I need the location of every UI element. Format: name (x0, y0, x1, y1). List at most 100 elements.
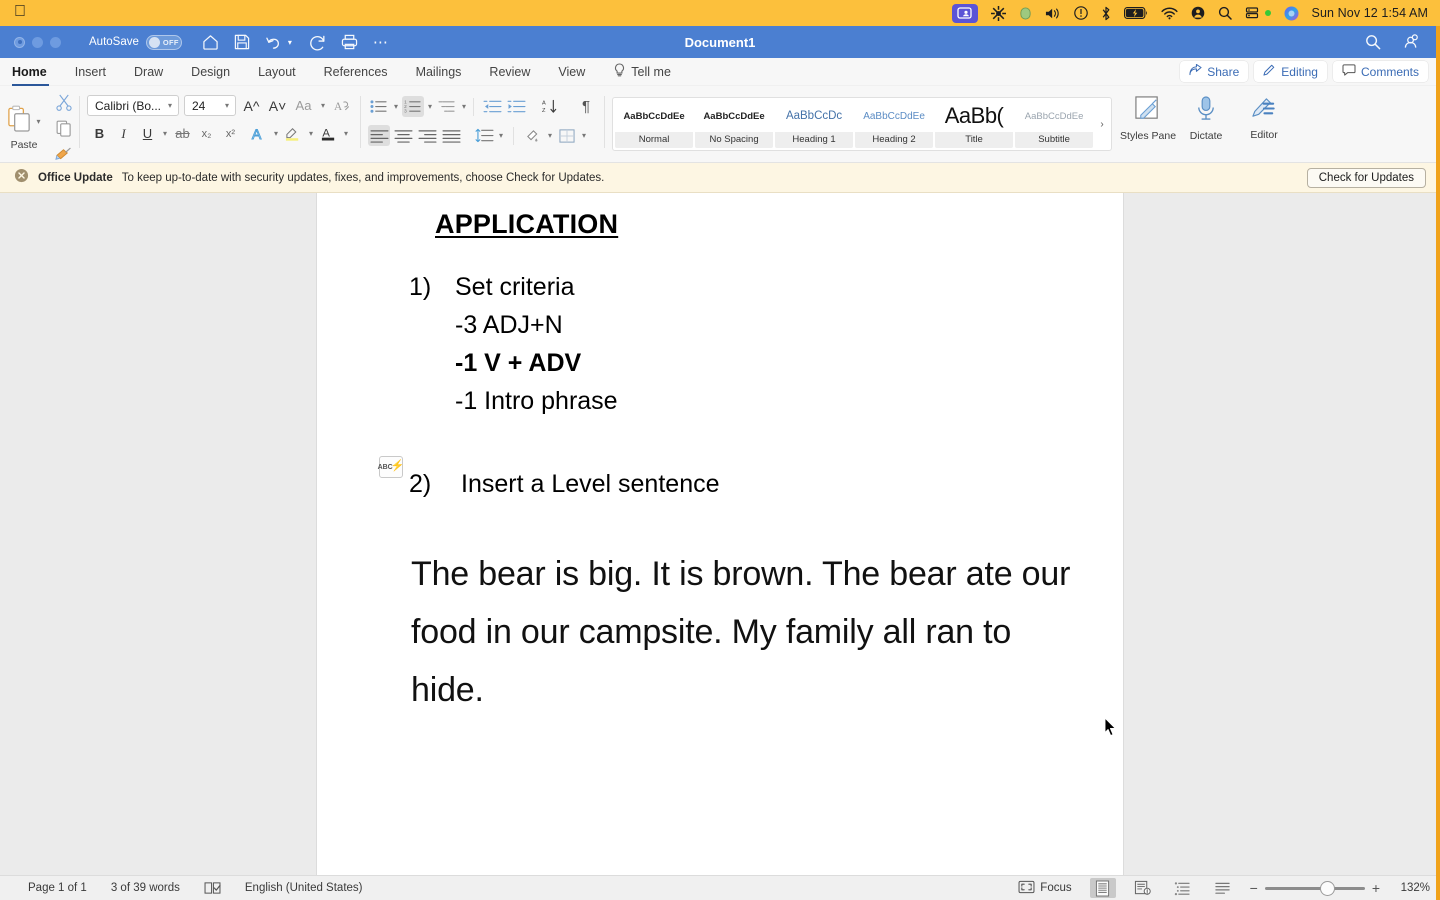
save-icon[interactable] (234, 34, 250, 50)
line-spacing-icon[interactable] (473, 125, 495, 146)
highlight-caret[interactable]: ▾ (307, 129, 315, 138)
shading-icon[interactable] (522, 125, 544, 146)
text-effects-icon[interactable]: A (248, 123, 269, 144)
menubar-clock[interactable]: Sun Nov 12 1:54 AM (1312, 6, 1428, 20)
maximize-button[interactable] (50, 36, 61, 48)
focus-mode-button[interactable]: Focus (1018, 880, 1072, 897)
clear-formatting-icon[interactable]: A (332, 95, 353, 116)
bullets-icon[interactable] (368, 96, 390, 117)
increase-indent-icon[interactable] (505, 96, 527, 117)
user-account-icon[interactable] (1191, 6, 1205, 20)
home-icon[interactable] (202, 34, 219, 50)
bluetooth-icon[interactable] (1101, 6, 1111, 21)
minimize-button[interactable] (32, 36, 43, 48)
zoom-track[interactable] (1264, 881, 1365, 895)
editing-mode-button[interactable]: Editing (1254, 61, 1327, 82)
format-painter-icon[interactable] (55, 146, 72, 167)
style-title[interactable]: AaBb( Title (935, 100, 1014, 148)
style-normal[interactable]: AaBbCcDdEe Normal (615, 100, 694, 148)
style-heading-1[interactable]: AaBbCcDc Heading 1 (775, 100, 854, 148)
align-right-icon[interactable] (416, 125, 438, 146)
justify-icon[interactable] (440, 125, 462, 146)
underline-caret[interactable]: ▾ (161, 129, 169, 138)
tell-me-search[interactable]: Tell me (599, 58, 685, 86)
tab-view[interactable]: View (544, 58, 599, 86)
font-size-selector[interactable]: 24 ▾ (184, 95, 236, 116)
font-color-caret[interactable]: ▾ (342, 129, 350, 138)
word-count[interactable]: 3 of 39 words (111, 882, 180, 894)
banner-close-icon[interactable] (14, 168, 29, 188)
subscript-icon[interactable]: x₂ (196, 123, 217, 144)
style-heading-2[interactable]: AaBbCcDdEe Heading 2 (855, 100, 934, 148)
redo-icon[interactable] (309, 34, 326, 51)
tab-insert[interactable]: Insert (61, 58, 120, 86)
paste-dropdown-caret[interactable]: ▾ (35, 117, 43, 126)
numbering-caret[interactable]: ▾ (426, 102, 434, 111)
tab-layout[interactable]: Layout (244, 58, 310, 86)
page-count[interactable]: Page 1 of 1 (28, 882, 87, 894)
borders-caret[interactable]: ▾ (580, 131, 588, 140)
change-case-caret[interactable]: ▾ (319, 101, 327, 110)
document-page[interactable]: APPLICATION 1) Set criteria -3 ADJ+N -1 … (317, 193, 1123, 875)
italic-icon[interactable]: I (113, 123, 134, 144)
siri-icon[interactable] (1284, 6, 1299, 21)
tab-design[interactable]: Design (177, 58, 244, 86)
screen-share-icon[interactable] (951, 3, 978, 23)
proofing-icon[interactable] (204, 881, 221, 895)
control-center-icon[interactable] (1073, 6, 1088, 20)
wifi-icon[interactable] (1160, 7, 1178, 20)
zoom-out-button[interactable]: − (1250, 880, 1258, 896)
styles-gallery-more-button[interactable]: › (1095, 100, 1109, 148)
print-layout-view-button[interactable] (1089, 878, 1116, 898)
change-case-icon[interactable]: Aa (293, 95, 314, 116)
font-color-icon[interactable]: A (318, 123, 339, 144)
tab-mailings[interactable]: Mailings (402, 58, 476, 86)
bullets-caret[interactable]: ▾ (392, 102, 400, 111)
more-options-icon[interactable]: ⋯ (373, 33, 389, 51)
multilevel-caret[interactable]: ▾ (460, 102, 468, 111)
battery-icon[interactable] (1123, 7, 1148, 19)
decrease-indent-icon[interactable] (481, 96, 503, 117)
numbering-icon[interactable]: 123 (402, 96, 425, 117)
align-center-icon[interactable] (392, 125, 414, 146)
tab-references[interactable]: References (310, 58, 402, 86)
undo-dropdown-caret[interactable]: ▾ (286, 38, 294, 47)
superscript-icon[interactable]: x² (220, 123, 241, 144)
tab-draw[interactable]: Draw (120, 58, 177, 86)
spotlight-search-icon[interactable] (1218, 6, 1232, 20)
underline-icon[interactable]: U (137, 123, 158, 144)
line-spacing-caret[interactable]: ▾ (497, 131, 505, 140)
style-no-spacing[interactable]: AaBbCcDdEe No Spacing (695, 100, 774, 148)
display-mirroring-icon[interactable] (1245, 6, 1259, 20)
cut-icon[interactable] (55, 94, 72, 116)
text-effects-caret[interactable]: ▾ (272, 129, 280, 138)
autocorrect-smart-tag-icon[interactable]: ABC ⚡ (378, 456, 404, 478)
tab-review[interactable]: Review (475, 58, 544, 86)
multilevel-list-icon[interactable] (436, 96, 458, 117)
capsule-icon[interactable] (1019, 6, 1032, 20)
dictate-button[interactable]: Dictate (1177, 86, 1235, 142)
tab-home[interactable]: Home (0, 58, 61, 86)
copy-icon[interactable] (56, 120, 72, 142)
close-button[interactable] (14, 36, 25, 48)
undo-icon[interactable] (265, 34, 282, 50)
shading-caret[interactable]: ▾ (546, 131, 554, 140)
styles-pane-button[interactable]: Styles Pane (1119, 86, 1177, 142)
font-name-selector[interactable]: Calibri (Bo... ▾ (87, 95, 179, 116)
comments-button[interactable]: Comments (1332, 61, 1428, 82)
language-indicator[interactable]: English (United States) (245, 882, 363, 894)
show-formatting-marks-icon[interactable]: ¶ (575, 96, 597, 117)
sort-icon[interactable]: AZ (539, 96, 561, 117)
bold-icon[interactable]: B (89, 123, 110, 144)
strikethrough-icon[interactable]: ab (172, 123, 193, 144)
paste-icon[interactable] (6, 105, 33, 138)
outline-view-button[interactable] (1170, 878, 1196, 898)
print-icon[interactable] (341, 34, 358, 50)
highlight-color-icon[interactable] (283, 123, 304, 144)
ribbon-display-options-icon[interactable] (1403, 34, 1420, 50)
borders-icon[interactable] (556, 125, 578, 146)
autosave-control[interactable]: AutoSave OFF (89, 34, 182, 50)
volume-icon[interactable] (1045, 7, 1061, 20)
zoom-in-button[interactable]: + (1372, 880, 1380, 896)
search-icon[interactable] (1365, 34, 1381, 50)
